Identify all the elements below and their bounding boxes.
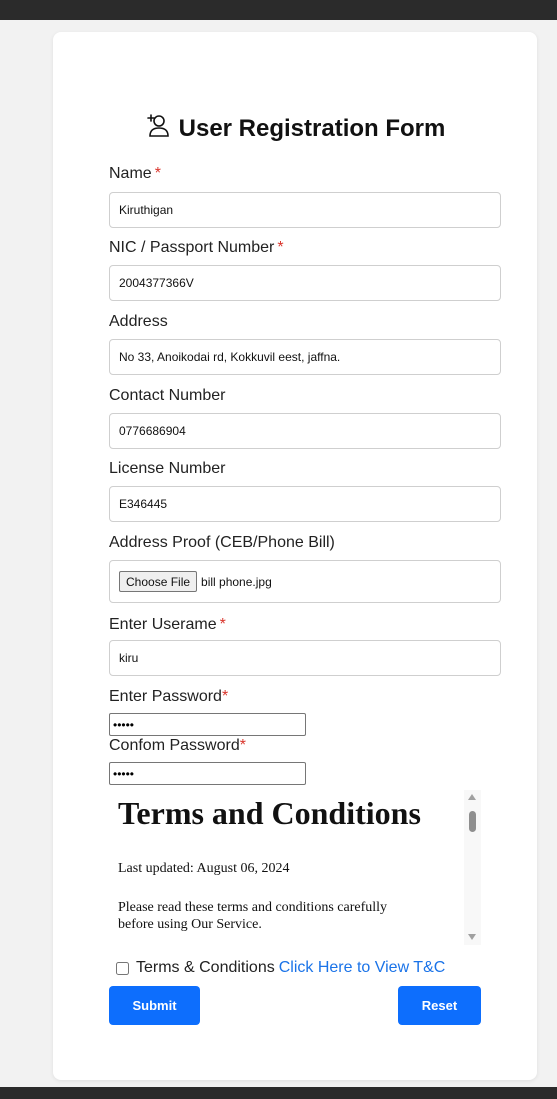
terms-checkbox-label: Terms & Conditions <box>136 959 275 976</box>
password-label: Enter Password* <box>109 688 229 705</box>
username-label: Enter Userame * <box>109 616 226 633</box>
confirm-password-input[interactable] <box>109 762 306 785</box>
license-label: License Number <box>109 460 226 477</box>
registration-form-card: User Registration Form Name* NIC / Passp… <box>53 32 537 1080</box>
contact-label: Contact Number <box>109 387 226 404</box>
form-title-text: User Registration Form <box>178 115 446 142</box>
submit-button[interactable]: Submit <box>109 986 200 1025</box>
required-mark: * <box>154 165 161 182</box>
terms-paragraph: Please read these terms and conditions c… <box>118 900 388 932</box>
license-input[interactable] <box>109 486 501 522</box>
terms-heading: Terms and Conditions <box>118 795 421 831</box>
address-label: Address <box>109 313 168 330</box>
terms-last-updated: Last updated: August 06, 2024 <box>118 861 290 876</box>
reset-button[interactable]: Reset <box>398 986 481 1025</box>
nic-label: NIC / Passport Number * <box>109 239 284 256</box>
selected-file-name: bill phone.jpg <box>201 574 272 589</box>
terms-checkbox-row: Terms & Conditions Click Here to View T&… <box>116 959 445 977</box>
terms-checkbox[interactable] <box>116 961 129 975</box>
name-label: Name * <box>109 165 161 182</box>
terms-scroll-box[interactable]: Terms and Conditions Last updated: Augus… <box>109 790 481 945</box>
terms-scrollbar[interactable] <box>464 790 481 945</box>
name-input[interactable] <box>109 192 501 228</box>
view-terms-link[interactable]: Click Here to View T&C <box>279 959 446 977</box>
user-add-icon <box>145 113 171 139</box>
address-input[interactable] <box>109 339 501 375</box>
scroll-thumb[interactable] <box>469 811 476 832</box>
required-mark: * <box>221 688 229 705</box>
required-mark: * <box>219 616 226 633</box>
confirm-password-label: Confom Password* <box>109 737 246 754</box>
choose-file-button[interactable]: Choose File <box>119 571 198 592</box>
window-bottom-bar <box>0 1087 557 1099</box>
window-top-bar <box>0 0 557 20</box>
contact-input[interactable] <box>109 413 501 449</box>
required-mark: * <box>277 239 284 256</box>
address-proof-file-field: Choose File bill phone.jpg <box>109 560 501 603</box>
address-proof-label: Address Proof (CEB/Phone Bill) <box>109 534 335 551</box>
scroll-down-arrow-icon[interactable] <box>468 934 476 940</box>
password-input[interactable] <box>109 713 306 736</box>
nic-input[interactable] <box>109 265 501 301</box>
required-mark: * <box>239 737 246 754</box>
scroll-up-arrow-icon[interactable] <box>468 794 476 800</box>
username-input[interactable] <box>109 640 501 676</box>
form-title: User Registration Form <box>53 113 537 143</box>
